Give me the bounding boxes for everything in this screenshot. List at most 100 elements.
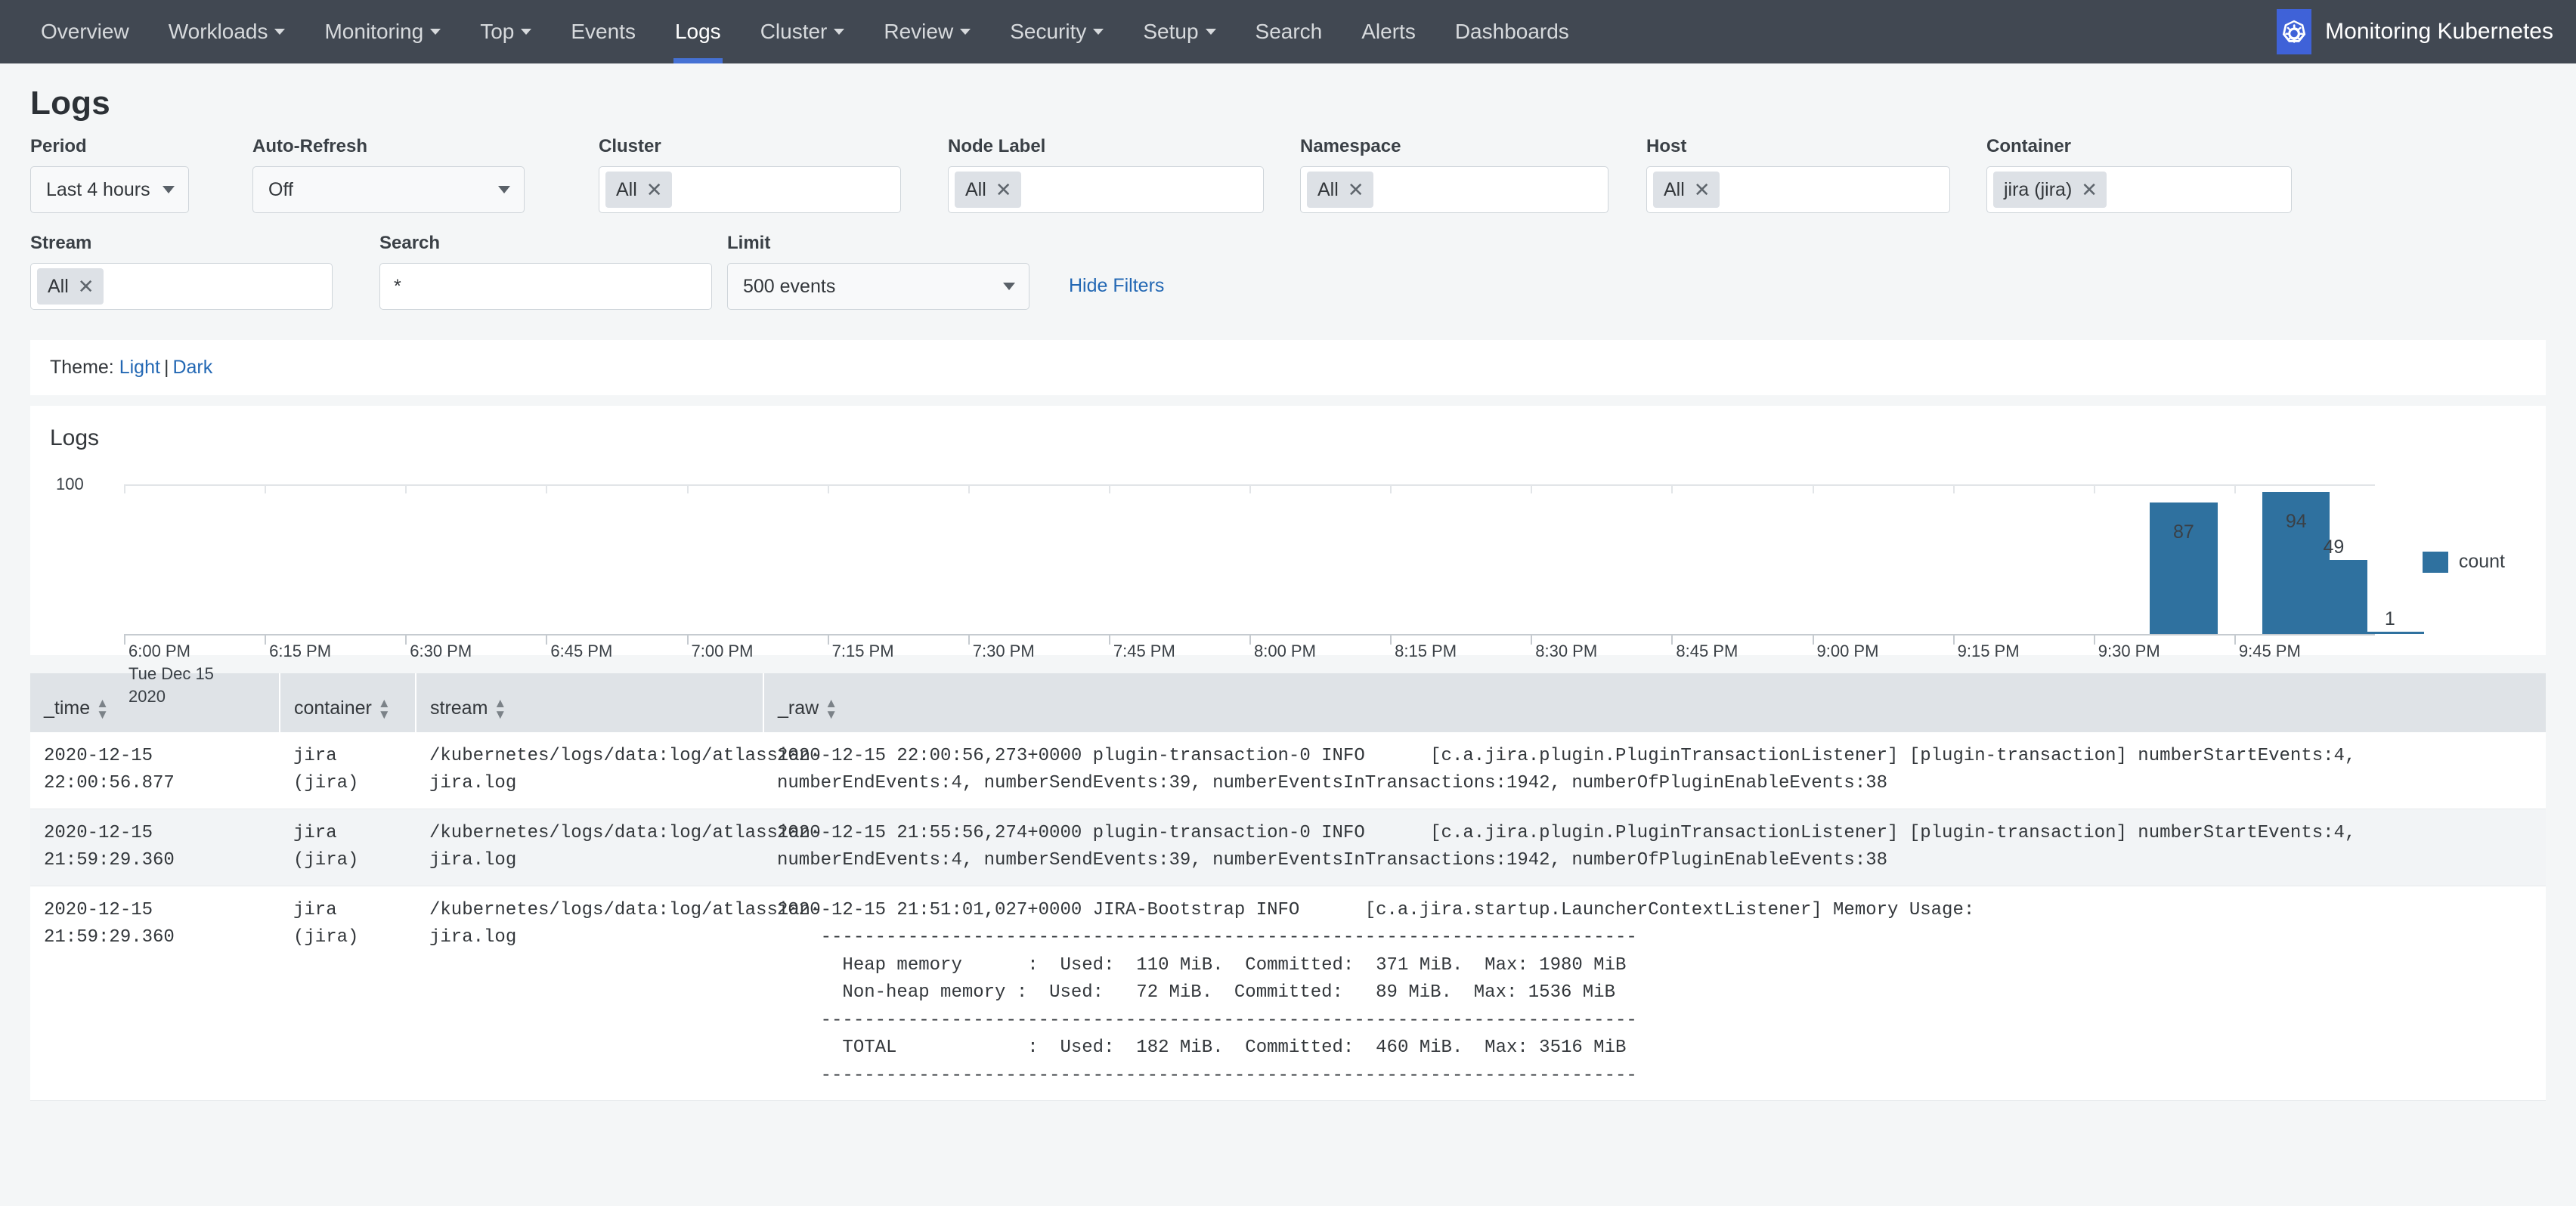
- cell-time: 2020-12-15 22:00:56.877: [30, 732, 280, 809]
- nav-item-alerts[interactable]: Alerts: [1342, 0, 1435, 63]
- token-chip[interactable]: All ✕: [1307, 172, 1373, 208]
- filter-namespace: Namespace All ✕: [1300, 136, 1608, 213]
- nav-item-cluster[interactable]: Cluster: [741, 0, 865, 63]
- namespace-multiselect[interactable]: All ✕: [1300, 166, 1608, 213]
- token-chip[interactable]: All ✕: [1653, 172, 1720, 208]
- stream-multiselect[interactable]: All ✕: [30, 263, 333, 310]
- filter-cluster: Cluster All ✕: [599, 136, 901, 213]
- filter-row-2: Stream All ✕ Search Limit 500 events Hid…: [30, 233, 2546, 310]
- page-title: Logs: [30, 85, 110, 122]
- chart-x-tick-label: 6:45 PM: [550, 642, 613, 660]
- filter-cluster-label: Cluster: [599, 136, 661, 156]
- nav-item-label: Top: [480, 20, 515, 43]
- chart-x-tick-top: [1812, 484, 1814, 493]
- chart-bar-label: 94: [2285, 511, 2307, 532]
- nav-item-search[interactable]: Search: [1236, 0, 1342, 63]
- auto-refresh-select[interactable]: Off: [252, 166, 525, 213]
- cell-raw: 2020-12-15 22:00:56,273+0000 plugin-tran…: [763, 732, 2546, 809]
- cell-time: 2020-12-15 21:59:29.360: [30, 809, 280, 886]
- kubernetes-helm-icon: [2277, 9, 2312, 54]
- chart-x-tick-top: [1952, 484, 1955, 493]
- sort-arrows-icon[interactable]: ▲ ▼: [825, 697, 838, 721]
- cell-stream: /kubernetes/logs/data:log/atlassian-jira…: [416, 732, 821, 809]
- chart-plot: 87 94 49 1: [124, 462, 2424, 645]
- token-remove-icon[interactable]: ✕: [1348, 180, 1364, 199]
- token-remove-icon[interactable]: ✕: [646, 180, 663, 199]
- nav-item-workloads[interactable]: Workloads: [149, 0, 305, 63]
- nav-item-security[interactable]: Security: [990, 0, 1123, 63]
- table-row[interactable]: 2020-12-15 21:59:29.360 jira (jira)/kuber…: [30, 886, 2546, 1102]
- token-remove-icon[interactable]: ✕: [78, 277, 94, 296]
- filter-limit-label: Limit: [727, 233, 771, 253]
- logs-table: _time ▲ ▼ container ▲ ▼ stream ▲ ▼ _raw ▲ ▼ 2020-12…: [30, 673, 2546, 1102]
- nav-item-label: Search: [1255, 20, 1323, 43]
- cell-time: 2020-12-15 21:59:29.360: [30, 886, 280, 1102]
- nav-item-label: Review: [884, 20, 954, 43]
- theme-light-link[interactable]: Light: [119, 357, 160, 378]
- chart-x-axis-date-line: 2020: [128, 687, 166, 706]
- nav-item-label: Setup: [1143, 20, 1199, 43]
- brand: Monitoring Kubernetes: [2277, 0, 2553, 63]
- chart-bar[interactable]: [2356, 632, 2424, 634]
- logs-histogram-panel: Logs 100 87 94 49 1 count 6:00 PM 6:15 PM 6:3…: [30, 406, 2546, 706]
- chart-x-tick-top: [686, 484, 689, 493]
- cell-stream: /kubernetes/logs/data:log/atlassian-jira…: [416, 886, 821, 1102]
- logs-table-body: 2020-12-15 22:00:56.877 jira (jira)/kuber…: [30, 732, 2546, 1102]
- period-select[interactable]: Last 4 hours: [30, 166, 189, 213]
- chart-bar-label: 1: [2384, 608, 2395, 629]
- chart-x-tick-label: 9:15 PM: [1957, 642, 2020, 660]
- filter-container-label: Container: [1986, 136, 2072, 156]
- chart-bar[interactable]: [2299, 560, 2368, 634]
- token-label: All: [48, 275, 69, 297]
- cluster-multiselect[interactable]: All ✕: [599, 166, 901, 213]
- token-remove-icon[interactable]: ✕: [1694, 180, 1711, 199]
- chevron-down-icon: [274, 29, 286, 35]
- chart-x-tick-label: 7:45 PM: [1113, 642, 1175, 660]
- filter-node-label: Node Label All ✕: [948, 136, 1264, 213]
- nav-item-overview[interactable]: Overview: [21, 0, 149, 63]
- filter-search-label: Search: [379, 233, 441, 253]
- token-remove-icon[interactable]: ✕: [995, 180, 1012, 199]
- token-chip[interactable]: All ✕: [605, 172, 672, 208]
- nav-item-top[interactable]: Top: [460, 0, 551, 63]
- chart-x-tick-label: 6:30 PM: [410, 642, 472, 660]
- sort-arrows-icon[interactable]: ▲ ▼: [494, 697, 506, 721]
- nav-item-logs[interactable]: Logs: [655, 0, 741, 63]
- nav-item-review[interactable]: Review: [864, 0, 990, 63]
- chart-x-tick-top: [1390, 484, 1392, 493]
- cell-stream: /kubernetes/logs/data:log/atlassian-jira…: [416, 809, 821, 886]
- chart-x-tick-top: [265, 484, 267, 493]
- limit-select-value: 500 events: [743, 275, 836, 297]
- table-row[interactable]: 2020-12-15 22:00:56.877 jira (jira)/kuber…: [30, 732, 2546, 809]
- hide-filters-button[interactable]: Hide Filters: [1069, 275, 1164, 310]
- nav-item-label: Logs: [674, 20, 721, 43]
- token-chip[interactable]: All ✕: [37, 268, 104, 305]
- sort-arrows-icon[interactable]: ▲ ▼: [378, 697, 391, 721]
- token-chip[interactable]: jira (jira) ✕: [1993, 172, 2107, 208]
- logs-table-wrapper: _time ▲ ▼ container ▲ ▼ stream ▲ ▼ _raw ▲ ▼ 2020-12…: [30, 673, 2546, 1102]
- chart-x-tick-top: [2093, 484, 2095, 493]
- filter-host: Host All ✕: [1646, 136, 1950, 213]
- limit-select[interactable]: 500 events: [727, 263, 1029, 310]
- container-multiselect[interactable]: jira (jira) ✕: [1986, 166, 2292, 213]
- node-label-multiselect[interactable]: All ✕: [948, 166, 1264, 213]
- theme-dark-link[interactable]: Dark: [172, 357, 212, 378]
- cell-container: jira (jira): [280, 732, 416, 809]
- sort-arrows-icon[interactable]: ▲ ▼: [96, 697, 109, 721]
- nav-item-dashboards[interactable]: Dashboards: [1435, 0, 1589, 63]
- cell-raw: 2020-12-15 21:51:01,027+0000 JIRA-Bootst…: [763, 886, 2546, 1102]
- token-chip[interactable]: All ✕: [955, 172, 1021, 208]
- token-remove-icon[interactable]: ✕: [2081, 180, 2098, 199]
- legend-swatch-count: [2422, 551, 2448, 573]
- table-row[interactable]: 2020-12-15 21:59:29.360 jira (jira)/kuber…: [30, 809, 2546, 886]
- chart-bar-label: 87: [2172, 521, 2194, 543]
- nav-item-events[interactable]: Events: [551, 0, 655, 63]
- search-input[interactable]: [379, 263, 712, 310]
- chart-title: Logs: [50, 425, 100, 450]
- nav-item-setup[interactable]: Setup: [1123, 0, 1235, 63]
- host-multiselect[interactable]: All ✕: [1646, 166, 1950, 213]
- token-label: jira (jira): [2004, 178, 2073, 200]
- chart-x-tick-top: [405, 484, 407, 493]
- nav-item-monitoring[interactable]: Monitoring: [305, 0, 460, 63]
- chart-x-tick-label: 7:30 PM: [972, 642, 1035, 660]
